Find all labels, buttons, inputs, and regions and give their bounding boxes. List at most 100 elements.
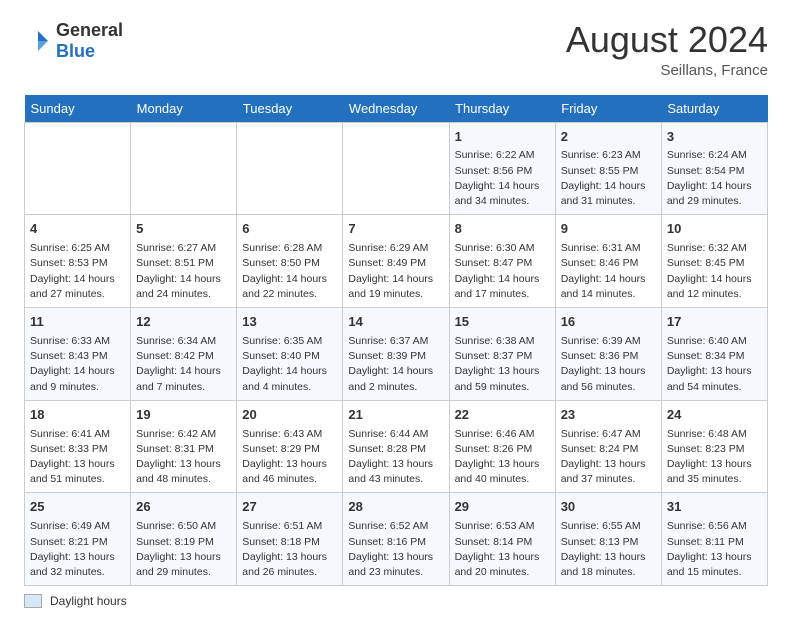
calendar-cell: 17 Sunrise: 6:40 AM Sunset: 8:34 PM Dayli… (661, 308, 767, 401)
title-block: August 2024 Seillans, France (566, 20, 768, 79)
col-monday: Monday (131, 95, 237, 123)
calendar-cell: 1Sunrise: 6:22 AM Sunset: 8:56 PM Daylig… (449, 122, 555, 215)
day-content: Sunrise: 6:47 AM Sunset: 8:24 PM Dayligh… (561, 427, 656, 488)
day-content: Sunrise: 6:27 AM Sunset: 8:51 PM Dayligh… (136, 241, 231, 302)
page-header: General Blue August 2024 Seillans, Franc… (24, 20, 768, 79)
day-number: 10 (667, 220, 762, 239)
calendar-cell: 28 Sunrise: 6:52 AM Sunset: 8:16 PM Dayli… (343, 493, 449, 586)
day-content: Sunrise: 6:37 AM Sunset: 8:39 PM Dayligh… (348, 334, 443, 395)
calendar-cell: 4Sunrise: 6:25 AM Sunset: 8:53 PM Daylig… (25, 215, 131, 308)
calendar-cell: 8 Sunrise: 6:30 AM Sunset: 8:47 PM Daylig… (449, 215, 555, 308)
calendar-cell: 31 Sunrise: 6:56 AM Sunset: 8:11 PM Dayli… (661, 493, 767, 586)
calendar-cell: 25Sunrise: 6:49 AM Sunset: 8:21 PM Dayli… (25, 493, 131, 586)
day-number: 16 (561, 313, 656, 332)
calendar-cell: 15Sunrise: 6:38 AM Sunset: 8:37 PM Dayli… (449, 308, 555, 401)
calendar-cell: 14 Sunrise: 6:37 AM Sunset: 8:39 PM Dayli… (343, 308, 449, 401)
day-content: Sunrise: 6:41 AM Sunset: 8:33 PM Dayligh… (30, 427, 125, 488)
day-number: 28 (348, 498, 443, 517)
col-thursday: Thursday (449, 95, 555, 123)
col-tuesday: Tuesday (237, 95, 343, 123)
day-number: 18 (30, 406, 125, 425)
calendar-cell: 20Sunrise: 6:43 AM Sunset: 8:29 PM Dayli… (237, 400, 343, 493)
calendar-cell (131, 122, 237, 215)
calendar-cell: 6 Sunrise: 6:28 AM Sunset: 8:50 PM Daylig… (237, 215, 343, 308)
calendar-cell: 27 Sunrise: 6:51 AM Sunset: 8:18 PM Dayli… (237, 493, 343, 586)
day-content: Sunrise: 6:55 AM Sunset: 8:13 PM Dayligh… (561, 519, 656, 580)
day-number: 22 (455, 406, 550, 425)
day-content: Sunrise: 6:43 AM Sunset: 8:29 PM Dayligh… (242, 427, 337, 488)
day-content: Sunrise: 6:28 AM Sunset: 8:50 PM Dayligh… (242, 241, 337, 302)
calendar-week-3: 11 Sunrise: 6:33 AM Sunset: 8:43 PM Dayli… (25, 308, 768, 401)
day-number: 8 (455, 220, 550, 239)
main-title: August 2024 (566, 20, 768, 60)
logo: General Blue (24, 20, 123, 62)
day-content: Sunrise: 6:46 AM Sunset: 8:26 PM Dayligh… (455, 427, 550, 488)
day-content: Sunrise: 6:30 AM Sunset: 8:47 PM Dayligh… (455, 241, 550, 302)
calendar-cell: 24 Sunrise: 6:48 AM Sunset: 8:23 PM Dayli… (661, 400, 767, 493)
day-number: 4 (30, 220, 125, 239)
day-number: 21 (348, 406, 443, 425)
day-content: Sunrise: 6:33 AM Sunset: 8:43 PM Dayligh… (30, 334, 125, 395)
day-number: 17 (667, 313, 762, 332)
calendar-cell: 29Sunrise: 6:53 AM Sunset: 8:14 PM Dayli… (449, 493, 555, 586)
calendar-cell: 16 Sunrise: 6:39 AM Sunset: 8:36 PM Dayli… (555, 308, 661, 401)
calendar-cell: 12Sunrise: 6:34 AM Sunset: 8:42 PM Dayli… (131, 308, 237, 401)
col-wednesday: Wednesday (343, 95, 449, 123)
day-content: Sunrise: 6:53 AM Sunset: 8:14 PM Dayligh… (455, 519, 550, 580)
day-number: 3 (667, 128, 762, 147)
day-content: Sunrise: 6:29 AM Sunset: 8:49 PM Dayligh… (348, 241, 443, 302)
calendar-cell (25, 122, 131, 215)
calendar-cell (237, 122, 343, 215)
day-number: 11 (30, 313, 125, 332)
calendar-cell: 18 Sunrise: 6:41 AM Sunset: 8:33 PM Dayli… (25, 400, 131, 493)
day-number: 9 (561, 220, 656, 239)
col-friday: Friday (555, 95, 661, 123)
calendar-cell: 7Sunrise: 6:29 AM Sunset: 8:49 PM Daylig… (343, 215, 449, 308)
day-number: 2 (561, 128, 656, 147)
day-content: Sunrise: 6:39 AM Sunset: 8:36 PM Dayligh… (561, 334, 656, 395)
logo-general: General (56, 20, 123, 40)
day-number: 24 (667, 406, 762, 425)
calendar-week-4: 18 Sunrise: 6:41 AM Sunset: 8:33 PM Dayli… (25, 400, 768, 493)
day-content: Sunrise: 6:40 AM Sunset: 8:34 PM Dayligh… (667, 334, 762, 395)
calendar-cell: 9Sunrise: 6:31 AM Sunset: 8:46 PM Daylig… (555, 215, 661, 308)
calendar-cell: 10Sunrise: 6:32 AM Sunset: 8:45 PM Dayli… (661, 215, 767, 308)
calendar-table: Sunday Monday Tuesday Wednesday Thursday… (24, 95, 768, 587)
day-content: Sunrise: 6:51 AM Sunset: 8:18 PM Dayligh… (242, 519, 337, 580)
calendar-cell: 19Sunrise: 6:42 AM Sunset: 8:31 PM Dayli… (131, 400, 237, 493)
col-saturday: Saturday (661, 95, 767, 123)
day-content: Sunrise: 6:48 AM Sunset: 8:23 PM Dayligh… (667, 427, 762, 488)
day-number: 30 (561, 498, 656, 517)
day-content: Sunrise: 6:49 AM Sunset: 8:21 PM Dayligh… (30, 519, 125, 580)
day-content: Sunrise: 6:56 AM Sunset: 8:11 PM Dayligh… (667, 519, 762, 580)
day-content: Sunrise: 6:44 AM Sunset: 8:28 PM Dayligh… (348, 427, 443, 488)
day-number: 15 (455, 313, 550, 332)
day-content: Sunrise: 6:50 AM Sunset: 8:19 PM Dayligh… (136, 519, 231, 580)
subtitle: Seillans, France (566, 62, 768, 79)
calendar-cell: 21 Sunrise: 6:44 AM Sunset: 8:28 PM Dayli… (343, 400, 449, 493)
day-number: 26 (136, 498, 231, 517)
day-number: 19 (136, 406, 231, 425)
calendar-header-row: Sunday Monday Tuesday Wednesday Thursday… (25, 95, 768, 123)
calendar-cell: 5 Sunrise: 6:27 AM Sunset: 8:51 PM Daylig… (131, 215, 237, 308)
day-content: Sunrise: 6:22 AM Sunset: 8:56 PM Dayligh… (455, 148, 550, 209)
calendar-cell: 3Sunrise: 6:24 AM Sunset: 8:54 PM Daylig… (661, 122, 767, 215)
calendar-cell (343, 122, 449, 215)
legend-box (24, 594, 42, 608)
calendar-week-5: 25Sunrise: 6:49 AM Sunset: 8:21 PM Dayli… (25, 493, 768, 586)
day-number: 23 (561, 406, 656, 425)
day-number: 27 (242, 498, 337, 517)
logo-icon (24, 27, 52, 55)
calendar-cell: 2Sunrise: 6:23 AM Sunset: 8:55 PM Daylig… (555, 122, 661, 215)
day-number: 6 (242, 220, 337, 239)
day-number: 13 (242, 313, 337, 332)
day-number: 14 (348, 313, 443, 332)
calendar-cell: 11 Sunrise: 6:33 AM Sunset: 8:43 PM Dayli… (25, 308, 131, 401)
day-number: 5 (136, 220, 231, 239)
calendar-cell: 30 Sunrise: 6:55 AM Sunset: 8:13 PM Dayli… (555, 493, 661, 586)
day-content: Sunrise: 6:35 AM Sunset: 8:40 PM Dayligh… (242, 334, 337, 395)
day-content: Sunrise: 6:52 AM Sunset: 8:16 PM Dayligh… (348, 519, 443, 580)
day-number: 31 (667, 498, 762, 517)
legend-label: Daylight hours (50, 594, 127, 608)
calendar-week-2: 4Sunrise: 6:25 AM Sunset: 8:53 PM Daylig… (25, 215, 768, 308)
